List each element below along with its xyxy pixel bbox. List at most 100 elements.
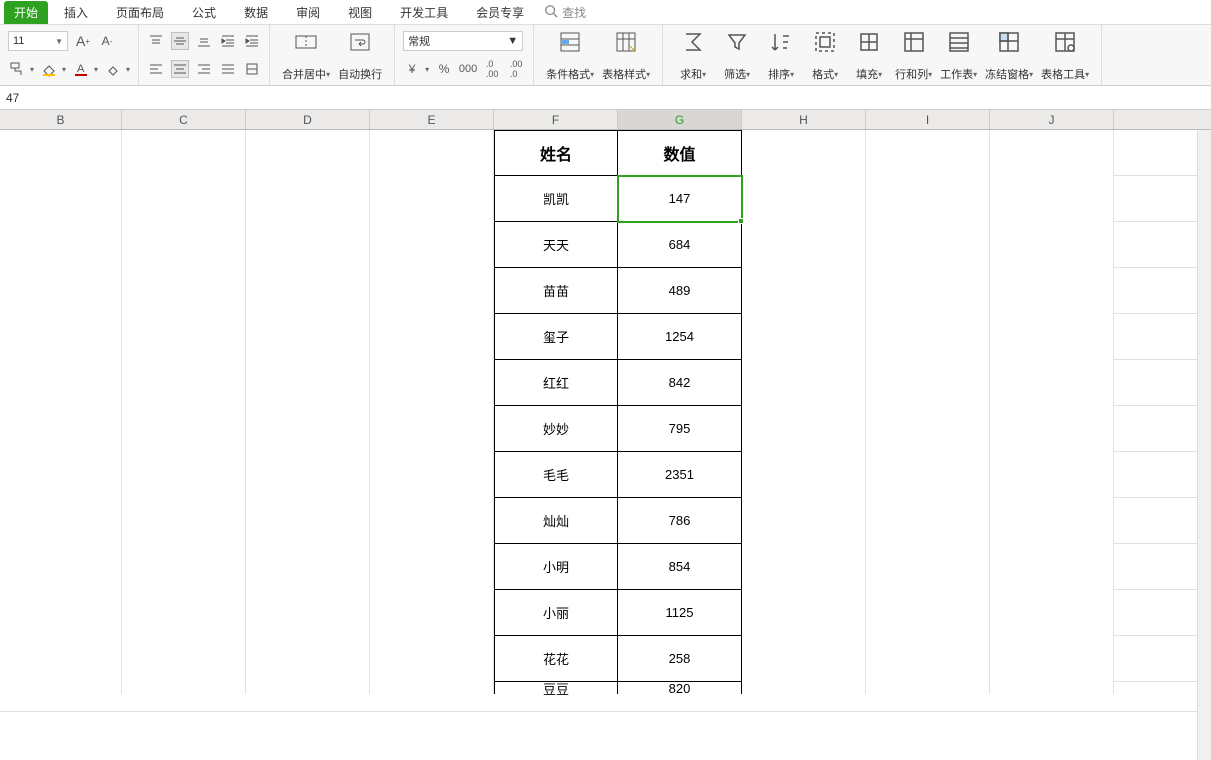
table-cell-name[interactable]: 玺子	[494, 314, 618, 360]
col-header-B[interactable]: B	[0, 110, 122, 129]
cell[interactable]	[990, 360, 1114, 406]
table-cell-name[interactable]: 妙妙	[494, 406, 618, 452]
sort-button[interactable]: 排序▾	[759, 28, 803, 82]
percent-icon[interactable]: %	[435, 60, 453, 78]
cell[interactable]	[0, 682, 122, 694]
cell[interactable]	[370, 360, 494, 406]
cell[interactable]	[0, 222, 122, 268]
worksheet-button[interactable]: 工作表▾	[936, 28, 981, 82]
cell[interactable]	[370, 544, 494, 590]
cell[interactable]	[866, 314, 990, 360]
cell[interactable]	[866, 222, 990, 268]
cell[interactable]	[742, 498, 866, 544]
cell[interactable]	[742, 544, 866, 590]
table-header-name[interactable]: 姓名	[494, 130, 618, 176]
align-middle-icon[interactable]	[171, 32, 189, 50]
cell[interactable]	[742, 268, 866, 314]
format-button[interactable]: 格式▾	[803, 28, 847, 82]
cell[interactable]	[0, 498, 122, 544]
cell[interactable]	[0, 544, 122, 590]
cell[interactable]	[246, 176, 370, 222]
cell[interactable]	[866, 452, 990, 498]
menu-tab-vip[interactable]: 会员专享	[464, 1, 536, 24]
cell[interactable]	[742, 176, 866, 222]
cell[interactable]	[122, 544, 246, 590]
indent-decrease-icon[interactable]	[219, 32, 237, 50]
col-header-E[interactable]: E	[370, 110, 494, 129]
decrease-decimal-icon[interactable]: .00.0	[507, 60, 525, 78]
table-cell-value[interactable]: 1125	[618, 590, 742, 636]
cell[interactable]	[742, 314, 866, 360]
cell[interactable]	[246, 636, 370, 682]
cell[interactable]	[370, 314, 494, 360]
table-cell-value[interactable]: 854	[618, 544, 742, 590]
cell[interactable]	[990, 130, 1114, 176]
cell[interactable]	[866, 130, 990, 176]
cell[interactable]	[742, 682, 866, 694]
table-cell-value[interactable]: 786	[618, 498, 742, 544]
cell[interactable]	[990, 544, 1114, 590]
align-top-icon[interactable]	[147, 32, 165, 50]
cell[interactable]	[246, 406, 370, 452]
table-cell-name[interactable]: 花花	[494, 636, 618, 682]
selection-handle[interactable]	[738, 218, 744, 224]
cell[interactable]	[866, 268, 990, 314]
cell[interactable]	[246, 498, 370, 544]
menu-tab-start[interactable]: 开始	[4, 1, 48, 24]
cell[interactable]	[246, 268, 370, 314]
cell[interactable]	[742, 406, 866, 452]
cell[interactable]	[990, 268, 1114, 314]
cell[interactable]	[742, 360, 866, 406]
decrease-font-icon[interactable]: A-	[98, 32, 116, 50]
eraser-icon[interactable]	[104, 60, 122, 78]
cell[interactable]	[990, 452, 1114, 498]
menu-tab-layout[interactable]: 页面布局	[104, 1, 176, 24]
cell[interactable]	[246, 314, 370, 360]
cell[interactable]	[866, 636, 990, 682]
table-cell-value[interactable]: 147	[618, 176, 742, 222]
cell[interactable]	[742, 590, 866, 636]
cell[interactable]	[370, 682, 494, 694]
cell[interactable]	[0, 636, 122, 682]
cell[interactable]	[990, 314, 1114, 360]
cell[interactable]	[866, 590, 990, 636]
table-cell-name[interactable]: 苗苗	[494, 268, 618, 314]
cell[interactable]	[246, 360, 370, 406]
format-painter-icon[interactable]	[8, 60, 26, 78]
cell[interactable]	[370, 130, 494, 176]
col-header-H[interactable]: H	[742, 110, 866, 129]
conditional-format-button[interactable]: 条件格式▾	[542, 28, 598, 82]
number-format-select[interactable]: 常规▼	[403, 31, 523, 51]
cell[interactable]	[246, 452, 370, 498]
table-cell-name[interactable]: 小明	[494, 544, 618, 590]
font-size-input[interactable]: 11▼	[8, 31, 68, 51]
cell[interactable]	[370, 268, 494, 314]
align-left-icon[interactable]	[147, 60, 165, 78]
cell[interactable]	[866, 498, 990, 544]
cell[interactable]	[370, 176, 494, 222]
col-header-J[interactable]: J	[990, 110, 1114, 129]
table-tools-button[interactable]: 表格工具▾	[1037, 28, 1093, 82]
indent-increase-icon[interactable]	[243, 32, 261, 50]
align-justify-icon[interactable]	[219, 60, 237, 78]
vertical-scrollbar[interactable]	[1197, 130, 1211, 760]
align-bottom-icon[interactable]	[195, 32, 213, 50]
cell[interactable]	[370, 498, 494, 544]
cell[interactable]	[0, 590, 122, 636]
table-cell-value[interactable]: 795	[618, 406, 742, 452]
fill-color-icon[interactable]	[40, 60, 58, 78]
col-header-I[interactable]: I	[866, 110, 990, 129]
cell[interactable]	[246, 544, 370, 590]
table-cell-value[interactable]: 1254	[618, 314, 742, 360]
cell[interactable]	[742, 452, 866, 498]
formula-input[interactable]: 47	[0, 86, 1211, 109]
col-header-G[interactable]: G	[618, 110, 742, 129]
cell[interactable]	[0, 406, 122, 452]
cell[interactable]	[370, 636, 494, 682]
comma-icon[interactable]: 000	[459, 60, 477, 78]
merge-cells-button[interactable]: 合并居中▾	[278, 28, 334, 82]
menu-tab-insert[interactable]: 插入	[52, 1, 100, 24]
increase-decimal-icon[interactable]: .0.00	[483, 60, 501, 78]
table-cell-name[interactable]: 豆豆	[494, 682, 618, 694]
align-center-icon[interactable]	[171, 60, 189, 78]
